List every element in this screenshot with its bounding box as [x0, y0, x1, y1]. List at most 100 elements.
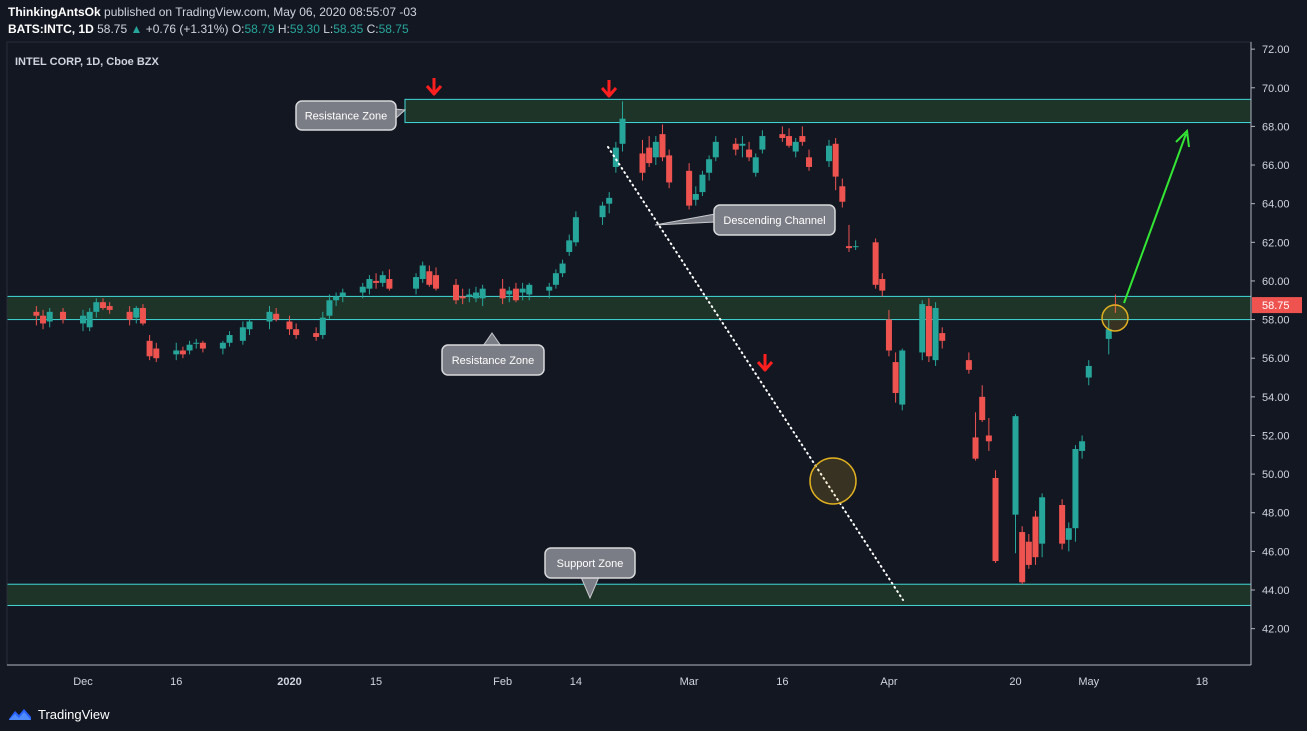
- candle[interactable]: [732, 137, 739, 156]
- candle-body: [1012, 416, 1019, 515]
- candle[interactable]: [1072, 445, 1079, 542]
- candle[interactable]: [739, 136, 746, 158]
- candle[interactable]: [239, 321, 246, 345]
- candle[interactable]: [666, 149, 673, 189]
- candle[interactable]: [366, 275, 373, 295]
- candle[interactable]: [1065, 522, 1072, 552]
- candle[interactable]: [1019, 526, 1026, 585]
- candle[interactable]: [1079, 435, 1086, 459]
- candle[interactable]: [1059, 499, 1066, 550]
- candle[interactable]: [386, 269, 393, 291]
- candle[interactable]: [852, 240, 859, 251]
- candle[interactable]: [173, 342, 180, 361]
- candle[interactable]: [826, 139, 832, 167]
- candle-body: [219, 342, 226, 349]
- candle[interactable]: [752, 153, 759, 177]
- candle[interactable]: [879, 273, 886, 297]
- candle[interactable]: [706, 155, 713, 181]
- candle[interactable]: [932, 302, 939, 366]
- candle[interactable]: [746, 141, 753, 162]
- candle[interactable]: [419, 261, 426, 283]
- candle[interactable]: [246, 319, 253, 336]
- candle[interactable]: [133, 306, 140, 324]
- candle[interactable]: [572, 211, 579, 247]
- candle[interactable]: [612, 141, 619, 173]
- candle[interactable]: [659, 124, 666, 162]
- candle[interactable]: [599, 201, 606, 225]
- candle[interactable]: [792, 137, 799, 158]
- candle[interactable]: [839, 178, 846, 208]
- candle[interactable]: [786, 128, 793, 148]
- candle[interactable]: [965, 352, 972, 374]
- candle[interactable]: [872, 238, 879, 289]
- candle[interactable]: [985, 418, 992, 451]
- candle[interactable]: [652, 136, 659, 166]
- candle[interactable]: [699, 170, 706, 196]
- candle[interactable]: [293, 323, 300, 339]
- candle[interactable]: [1025, 533, 1032, 569]
- candle[interactable]: [806, 149, 813, 171]
- candle[interactable]: [759, 130, 766, 154]
- candle-body: [419, 265, 426, 280]
- candle[interactable]: [899, 348, 906, 411]
- y-tick-label: 72.00: [1262, 44, 1290, 56]
- candle[interactable]: [426, 265, 433, 287]
- y-tick-label: 64.00: [1262, 199, 1290, 211]
- candle[interactable]: [433, 267, 440, 291]
- candle-body: [839, 186, 846, 202]
- candle[interactable]: [606, 192, 613, 214]
- candle[interactable]: [179, 346, 186, 359]
- candle-body: [146, 340, 153, 357]
- candle[interactable]: [313, 327, 320, 341]
- candle[interactable]: [552, 269, 559, 289]
- candle-body: [1025, 541, 1032, 565]
- candle[interactable]: [925, 298, 932, 363]
- callout-label: Resistance Zone: [441, 332, 545, 376]
- candle[interactable]: [559, 259, 566, 278]
- candle[interactable]: [992, 470, 999, 563]
- candle[interactable]: [512, 282, 519, 303]
- candle[interactable]: [146, 335, 153, 361]
- candle[interactable]: [219, 340, 226, 355]
- candle[interactable]: [1085, 360, 1092, 386]
- candle[interactable]: [979, 385, 986, 422]
- candle[interactable]: [832, 137, 839, 191]
- candle[interactable]: [799, 126, 806, 146]
- candle[interactable]: [1039, 493, 1046, 558]
- candle[interactable]: [226, 331, 233, 347]
- candle-body: [792, 141, 799, 152]
- candle[interactable]: [646, 136, 653, 167]
- candle-body: [526, 284, 533, 295]
- candle-body: [919, 304, 926, 353]
- candle-body: [872, 242, 879, 285]
- candle[interactable]: [373, 273, 380, 289]
- candle-body: [1072, 449, 1079, 529]
- candle[interactable]: [186, 340, 193, 355]
- price-chart[interactable]: Resistance Zone Resistance Zone Descending…: [0, 0, 1307, 700]
- candle[interactable]: [639, 139, 646, 181]
- candle[interactable]: [692, 186, 699, 206]
- callout-text: Support Zone: [557, 558, 624, 570]
- projection-arrow: [1123, 133, 1187, 304]
- candle-body: [319, 317, 326, 336]
- candle[interactable]: [892, 352, 899, 403]
- candle[interactable]: [712, 136, 719, 162]
- candle[interactable]: [379, 271, 386, 287]
- candle-body: [939, 333, 946, 341]
- candle[interactable]: [413, 273, 420, 295]
- candle[interactable]: [153, 342, 160, 363]
- candle[interactable]: [845, 224, 852, 252]
- candle[interactable]: [566, 234, 573, 256]
- candle[interactable]: [972, 412, 979, 461]
- candle[interactable]: [919, 300, 926, 361]
- candle[interactable]: [193, 338, 200, 349]
- tradingview-footer[interactable]: TradingView: [8, 704, 110, 724]
- candle[interactable]: [779, 126, 786, 142]
- candle[interactable]: [1012, 414, 1019, 554]
- candle[interactable]: [1032, 510, 1039, 565]
- candle[interactable]: [686, 163, 693, 210]
- candle-body: [326, 300, 333, 316]
- candle[interactable]: [199, 340, 206, 353]
- candle-body: [1059, 505, 1066, 544]
- candle[interactable]: [939, 327, 946, 349]
